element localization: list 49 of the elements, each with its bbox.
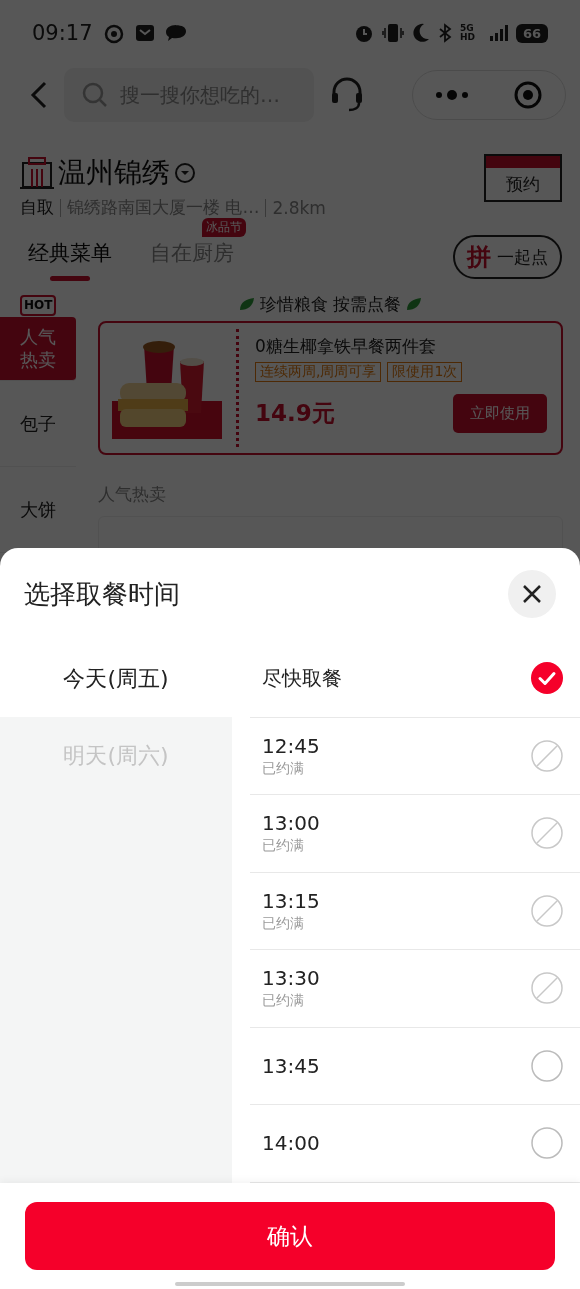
status-time: 09:17 [32, 21, 93, 45]
search-icon [82, 82, 108, 108]
menu-tab[interactable]: 经典菜单 [22, 238, 118, 281]
chat-icon [164, 23, 187, 43]
signal-icon [489, 25, 508, 41]
back-icon[interactable] [30, 80, 48, 110]
close-program-icon[interactable] [513, 80, 543, 110]
slot-status: 已约满 [262, 992, 305, 1011]
vibrate-icon [381, 23, 404, 43]
slot-time[interactable]: 尽快取餐 [262, 664, 342, 692]
coupon-tag: 限使用1次 [387, 362, 463, 382]
network-label: 5G HD [459, 24, 476, 42]
slogan-text: 珍惜粮食 按需点餐 [259, 292, 402, 316]
bluetooth-icon [437, 23, 452, 43]
sheet-title: 选择取餐时间 [24, 577, 180, 611]
coupon-title: 0糖生椰拿铁早餐两件套 [255, 335, 437, 358]
close-button[interactable] [508, 570, 556, 618]
radio-button[interactable] [531, 1049, 563, 1082]
close-icon [522, 584, 542, 604]
coupon-tag: 连续两周,周周可享 [255, 362, 382, 382]
slot-time[interactable]: 13:45 [262, 1053, 320, 1078]
tab-badge: 冰品节 [202, 218, 246, 237]
slot-status: 已约满 [262, 837, 305, 856]
use-now-button[interactable]: 立即使用 [453, 394, 547, 433]
reserve-button[interactable]: 预约 [484, 154, 562, 202]
leaf-icon [237, 296, 256, 312]
headset-icon[interactable] [330, 77, 364, 113]
group-order-button[interactable]: 拼 一起点 [453, 235, 562, 279]
check-icon[interactable] [531, 662, 563, 695]
battery-level: 66 [515, 23, 548, 43]
category-item[interactable]: 包子 [0, 381, 76, 467]
app-notification-icon [102, 22, 125, 44]
dropdown-icon[interactable] [174, 162, 196, 184]
hot-badge: HOT [20, 295, 57, 316]
alarm-icon [353, 23, 374, 43]
pickup-mode: 自取 [20, 196, 54, 219]
slot-time[interactable]: 14:00 [262, 1131, 320, 1156]
moon-icon [411, 23, 430, 43]
radio-button[interactable] [531, 1127, 563, 1160]
slot-status: 已约满 [262, 914, 305, 933]
coupon-price: 14.9元 [255, 399, 335, 428]
store-icon [20, 157, 54, 189]
confirm-button[interactable]: 确认 [25, 1202, 555, 1270]
more-icon[interactable] [435, 89, 469, 101]
mail-icon [134, 23, 155, 43]
leaf-icon [405, 296, 424, 312]
store-name[interactable]: 温州锦绣 [58, 154, 170, 192]
day-option[interactable]: 今天(周五) [0, 640, 232, 717]
slot-status: 已约满 [262, 759, 305, 778]
